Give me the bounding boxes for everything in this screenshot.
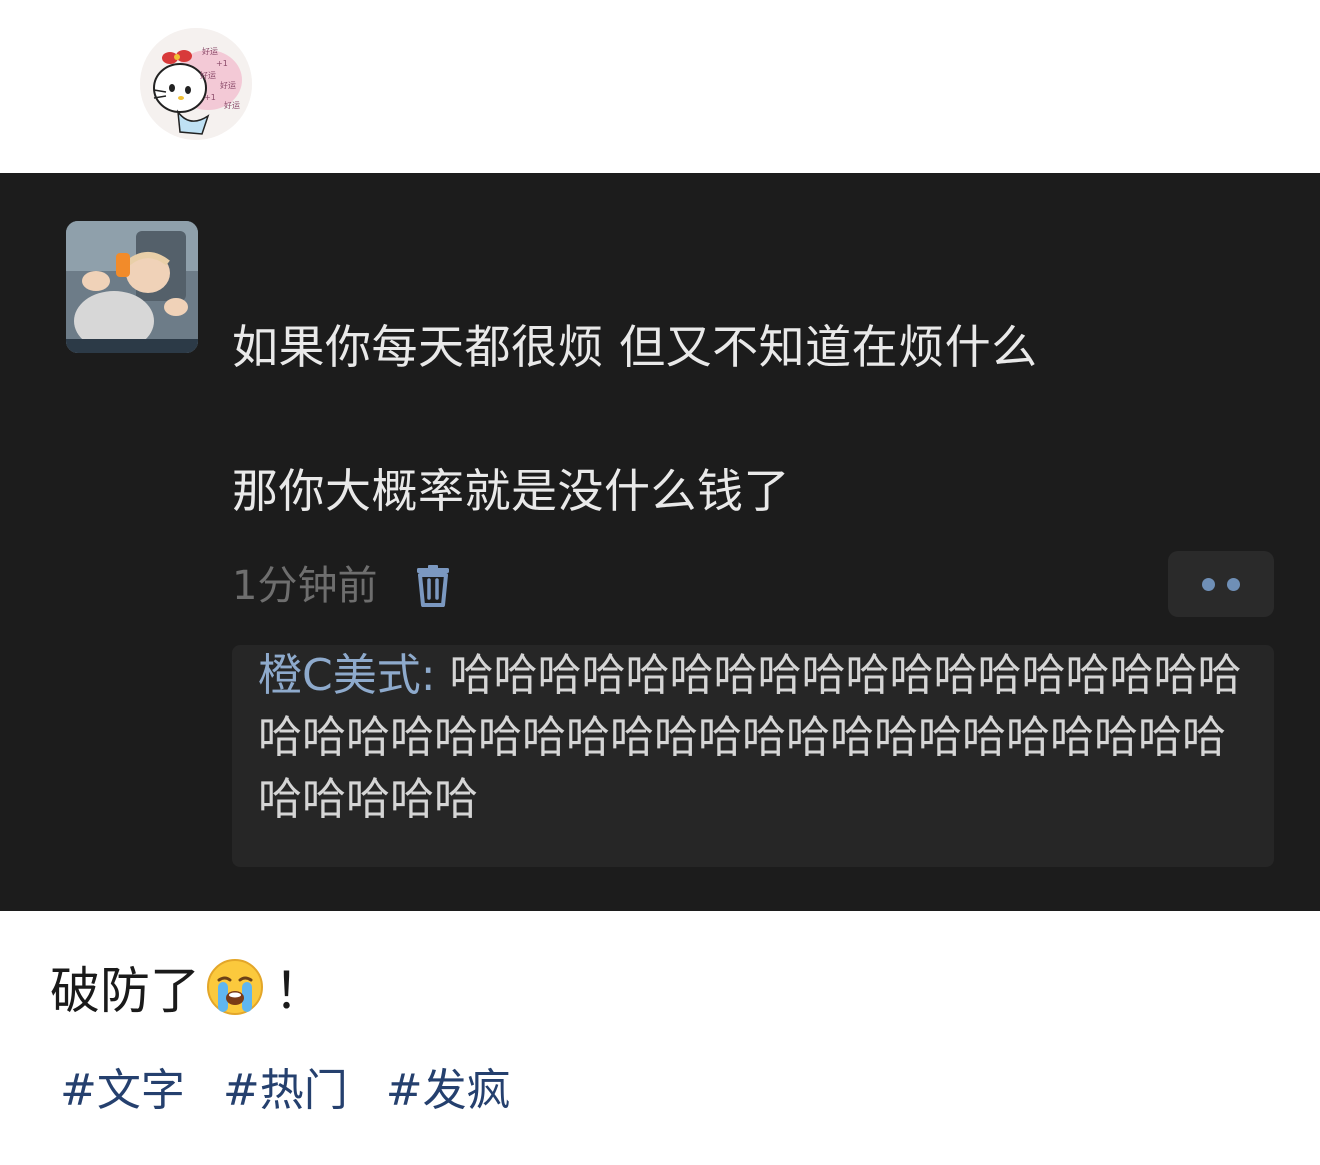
loudly-crying-face-icon [207, 959, 263, 1015]
comment-text-line-1: 如果你每天都很烦 但又不知道在烦什么 [232, 320, 1038, 374]
svg-text:好运: 好运 [224, 100, 240, 110]
svg-text:好运: 好运 [220, 80, 236, 90]
more-dot [1202, 577, 1215, 591]
svg-text:+1: +1 [204, 93, 216, 102]
post-text-suffix: ！ [274, 962, 324, 1020]
delete-button[interactable] [413, 562, 453, 610]
reply-preview[interactable]: 橙C美式: 哈哈哈哈哈哈哈哈哈哈哈哈哈哈哈哈哈哈哈哈哈哈哈哈哈哈哈哈哈哈哈哈哈哈… [232, 645, 1274, 867]
hello-kitty-avatar-icon: 好运 +1 好运 好运 +1 好运 [140, 28, 252, 140]
comment-screenshot: 如果你每天都很烦 但又不知道在烦什么 那你大概率就是没什么钱了 1分钟前 橙C美… [0, 173, 1320, 911]
svg-text:+1: +1 [216, 59, 228, 68]
trash-icon [417, 565, 450, 607]
more-dots-icon [1196, 577, 1246, 591]
comment-meta: 1分钟前 [232, 558, 453, 614]
commenter-avatar[interactable] [66, 221, 198, 353]
hashtag-remen[interactable]: #热门 [223, 1054, 348, 1118]
hashtag-wenzi[interactable]: #文字 [60, 1054, 185, 1118]
comment-timestamp: 1分钟前 [232, 563, 378, 609]
post-page: 好运 +1 好运 好运 +1 好运 如果你每天都很烦 但又不知道在烦什么 那你大… [0, 0, 1320, 1165]
baby-photo-avatar-icon [66, 221, 198, 353]
more-button[interactable] [1168, 551, 1274, 617]
author-avatar[interactable]: 好运 +1 好运 好运 +1 好运 [140, 28, 252, 140]
reply-text: 橙C美式: 哈哈哈哈哈哈哈哈哈哈哈哈哈哈哈哈哈哈哈哈哈哈哈哈哈哈哈哈哈哈哈哈哈哈… [258, 645, 1258, 831]
post-text: 破防了 ！ [50, 952, 324, 1022]
post-text-main: 破防了 [50, 962, 200, 1020]
reply-author[interactable]: 橙C美式: [258, 650, 436, 701]
comment-text-line-2: 那你大概率就是没什么钱了 [232, 464, 790, 518]
svg-text:好运: 好运 [200, 70, 216, 80]
hashtag-list: #文字 #热门 #发疯 [60, 1056, 549, 1116]
svg-text:好运: 好运 [202, 46, 218, 56]
hashtag-fafeng[interactable]: #发疯 [386, 1054, 511, 1118]
more-dot [1227, 577, 1240, 591]
